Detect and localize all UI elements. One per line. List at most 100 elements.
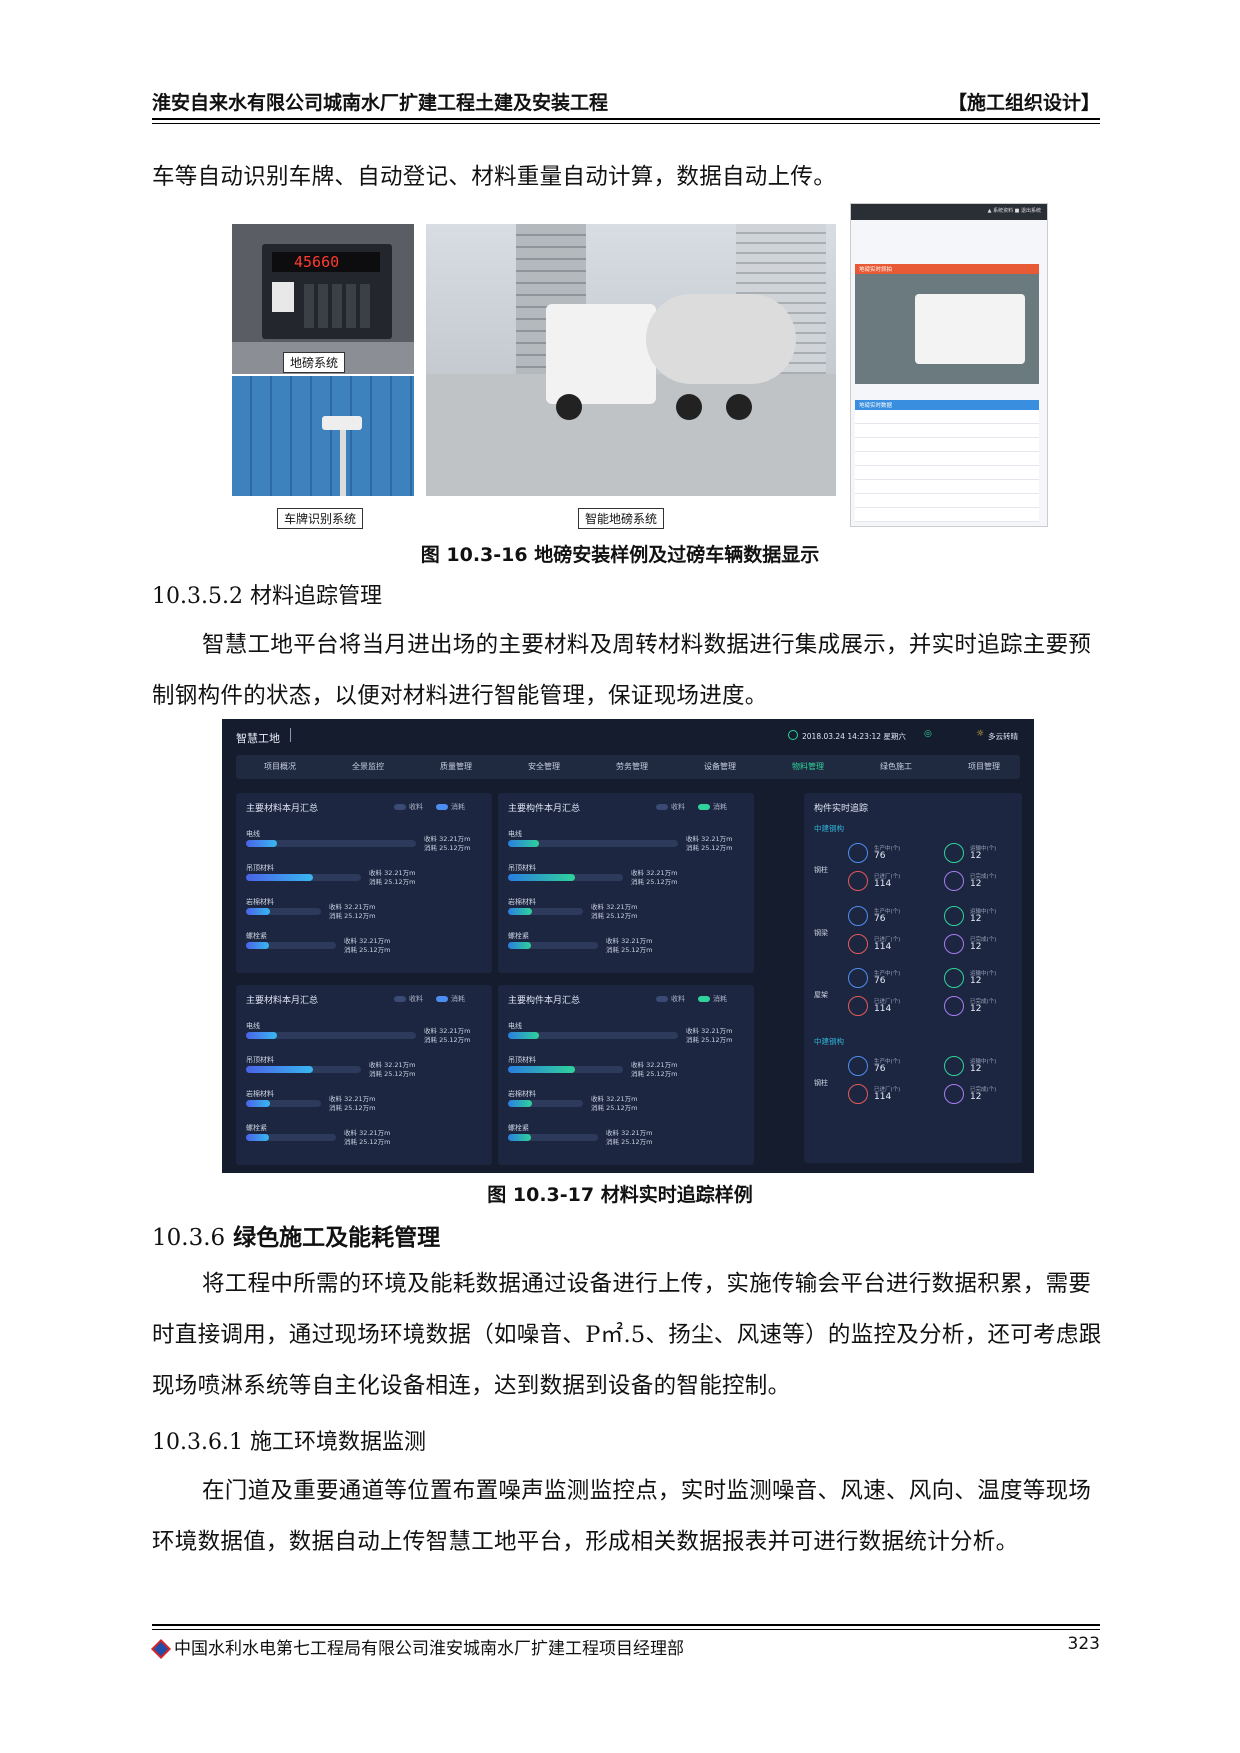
row-values: 收料 32.21万m 消耗 25.12万m: [424, 835, 471, 853]
progress-fill: [246, 874, 313, 881]
panel-title: 主要构件本月汇总: [508, 996, 581, 1006]
consume-value: 消耗 25.12万m: [344, 946, 391, 954]
truck-scale-photo: [426, 224, 836, 496]
progress-fill: [508, 908, 532, 915]
receive-value: 收料 32.21万m: [606, 937, 653, 945]
receive-value: 收料 32.21万m: [344, 937, 391, 945]
arrived-icon: [848, 1084, 868, 1104]
legend-receive[interactable]: 收料: [656, 994, 685, 1004]
legend-receive[interactable]: 收料: [394, 994, 423, 1004]
toggle-icon[interactable]: [394, 996, 406, 1002]
shipping-icon: [944, 968, 964, 988]
screen-link-info: ▲ 系统资料: [987, 208, 1014, 214]
row-label: 螺栓紧: [246, 1124, 267, 1132]
row-label: 螺栓紧: [508, 1124, 529, 1132]
progress-fill: [246, 1066, 313, 1073]
page-footer: 中国水利水电第七工程局有限公司淮安城南水厂扩建工程项目经理部 323: [151, 1634, 1100, 1659]
header-title: 淮安自来水有限公司城南水厂扩建工程土建及安装工程: [152, 92, 609, 114]
progress-bar: [246, 908, 321, 915]
component-name: 钢柱: [814, 866, 828, 874]
progress-bar: [508, 840, 678, 847]
label-smart-weighbridge: 智能地磅系统: [578, 508, 665, 529]
tab-safety[interactable]: 安全管理: [528, 761, 560, 772]
receive-value: 收料 32.21万m: [631, 869, 678, 877]
tab-quality[interactable]: 质量管理: [440, 761, 472, 772]
status-value: 114: [874, 879, 892, 889]
tab-materials[interactable]: 物料管理: [792, 761, 824, 772]
consume-value: 消耗 25.12万m: [631, 878, 678, 886]
toggle-icon[interactable]: [656, 996, 668, 1002]
row-label: 电线: [246, 1022, 260, 1030]
toggle-icon[interactable]: [436, 996, 448, 1002]
row-label: 吊顶材料: [246, 864, 274, 872]
status-value: 12: [970, 1004, 982, 1014]
status-value: 114: [874, 1092, 892, 1102]
row-label: 吊顶材料: [508, 864, 536, 872]
tracking-group-2: 中建钢构: [814, 1037, 844, 1046]
legend-consume[interactable]: 消耗: [698, 802, 727, 812]
toggle-icon[interactable]: [394, 804, 406, 810]
summary-panel: 主要构件本月汇总 收料 消耗 电线 收料 32.21万m 消耗 25.12万m 吊顶材料 收料…: [498, 985, 754, 1165]
consume-value: 消耗 25.12万m: [329, 912, 376, 920]
receive-value: 收料 32.21万m: [606, 1129, 653, 1137]
shipping-icon: [944, 1056, 964, 1076]
tab-green-construction[interactable]: 绿色施工: [880, 761, 912, 772]
status-value: 76: [874, 851, 886, 861]
row-label: 螺栓紧: [508, 932, 529, 940]
arrived-icon: [848, 996, 868, 1016]
location-icon[interactable]: ◎: [924, 729, 932, 739]
scale-readout: 45660: [294, 253, 340, 271]
receive-value: 收料 32.21万m: [631, 1061, 678, 1069]
tab-equipment[interactable]: 设备管理: [704, 761, 736, 772]
progress-fill: [508, 1100, 532, 1107]
truck-icon: [848, 906, 868, 926]
legend-consume[interactable]: 消耗: [436, 994, 465, 1004]
tab-panoramic-monitoring[interactable]: 全景监控: [352, 761, 384, 772]
toggle-icon[interactable]: [656, 804, 668, 810]
toggle-icon[interactable]: [698, 804, 710, 810]
legend-receive[interactable]: 收料: [656, 802, 685, 812]
receive-value: 收料 32.21万m: [329, 903, 376, 911]
component-name: 钢柱: [814, 1079, 828, 1087]
status-value: 76: [874, 1064, 886, 1074]
header-doc-type: 【施工组织设计】: [947, 92, 1100, 114]
progress-bar: [246, 840, 416, 847]
dashboard-weather: 多云转晴: [988, 732, 1018, 741]
consume-value: 消耗 25.12万m: [591, 912, 638, 920]
receive-value: 收料 32.21万m: [591, 1095, 638, 1103]
receive-value: 收料 32.21万m: [424, 1027, 471, 1035]
toggle-icon[interactable]: [436, 804, 448, 810]
status-value: 12: [970, 942, 982, 952]
progress-bar: [508, 1134, 598, 1141]
row-values: 收料 32.21万m 消耗 25.12万m: [424, 1027, 471, 1045]
status-value: 12: [970, 1092, 982, 1102]
legend-consume[interactable]: 消耗: [698, 994, 727, 1004]
summary-panel: 主要构件本月汇总 收料 消耗 电线 收料 32.21万m 消耗 25.12万m 吊顶材料 收料…: [498, 793, 754, 973]
row-label: 岩棉材料: [246, 898, 274, 906]
header-rule: [152, 118, 1100, 120]
tab-labor[interactable]: 劳务管理: [616, 761, 648, 772]
panel-title: 主要材料本月汇总: [246, 996, 319, 1006]
receive-value: 收料 32.21万m: [424, 835, 471, 843]
progress-fill: [246, 1100, 270, 1107]
receive-value: 收料 32.21万m: [329, 1095, 376, 1103]
toggle-icon[interactable]: [698, 996, 710, 1002]
legend-consume[interactable]: 消耗: [436, 802, 465, 812]
row-label: 吊顶材料: [246, 1056, 274, 1064]
tab-project-management[interactable]: 项目管理: [968, 761, 1000, 772]
tab-project-overview[interactable]: 项目概况: [264, 761, 296, 772]
legend-receive[interactable]: 收料: [394, 802, 423, 812]
row-label: 岩棉材料: [508, 1090, 536, 1098]
component-name: 钢梁: [814, 929, 828, 937]
section-10-3-6: 10.3.6 绿色施工及能耗管理: [152, 1218, 440, 1252]
progress-bar: [246, 942, 336, 949]
row-values: 收料 32.21万m 消耗 25.12万m: [344, 1129, 391, 1147]
check-icon: [944, 996, 964, 1016]
row-values: 收料 32.21万m 消耗 25.12万m: [329, 1095, 376, 1113]
check-icon: [944, 934, 964, 954]
weather-icon: ☼: [976, 729, 985, 739]
receive-value: 收料 32.21万m: [686, 835, 733, 843]
progress-bar: [246, 874, 361, 881]
check-icon: [944, 1084, 964, 1104]
tracking-group-1: 中建钢构: [814, 824, 844, 833]
